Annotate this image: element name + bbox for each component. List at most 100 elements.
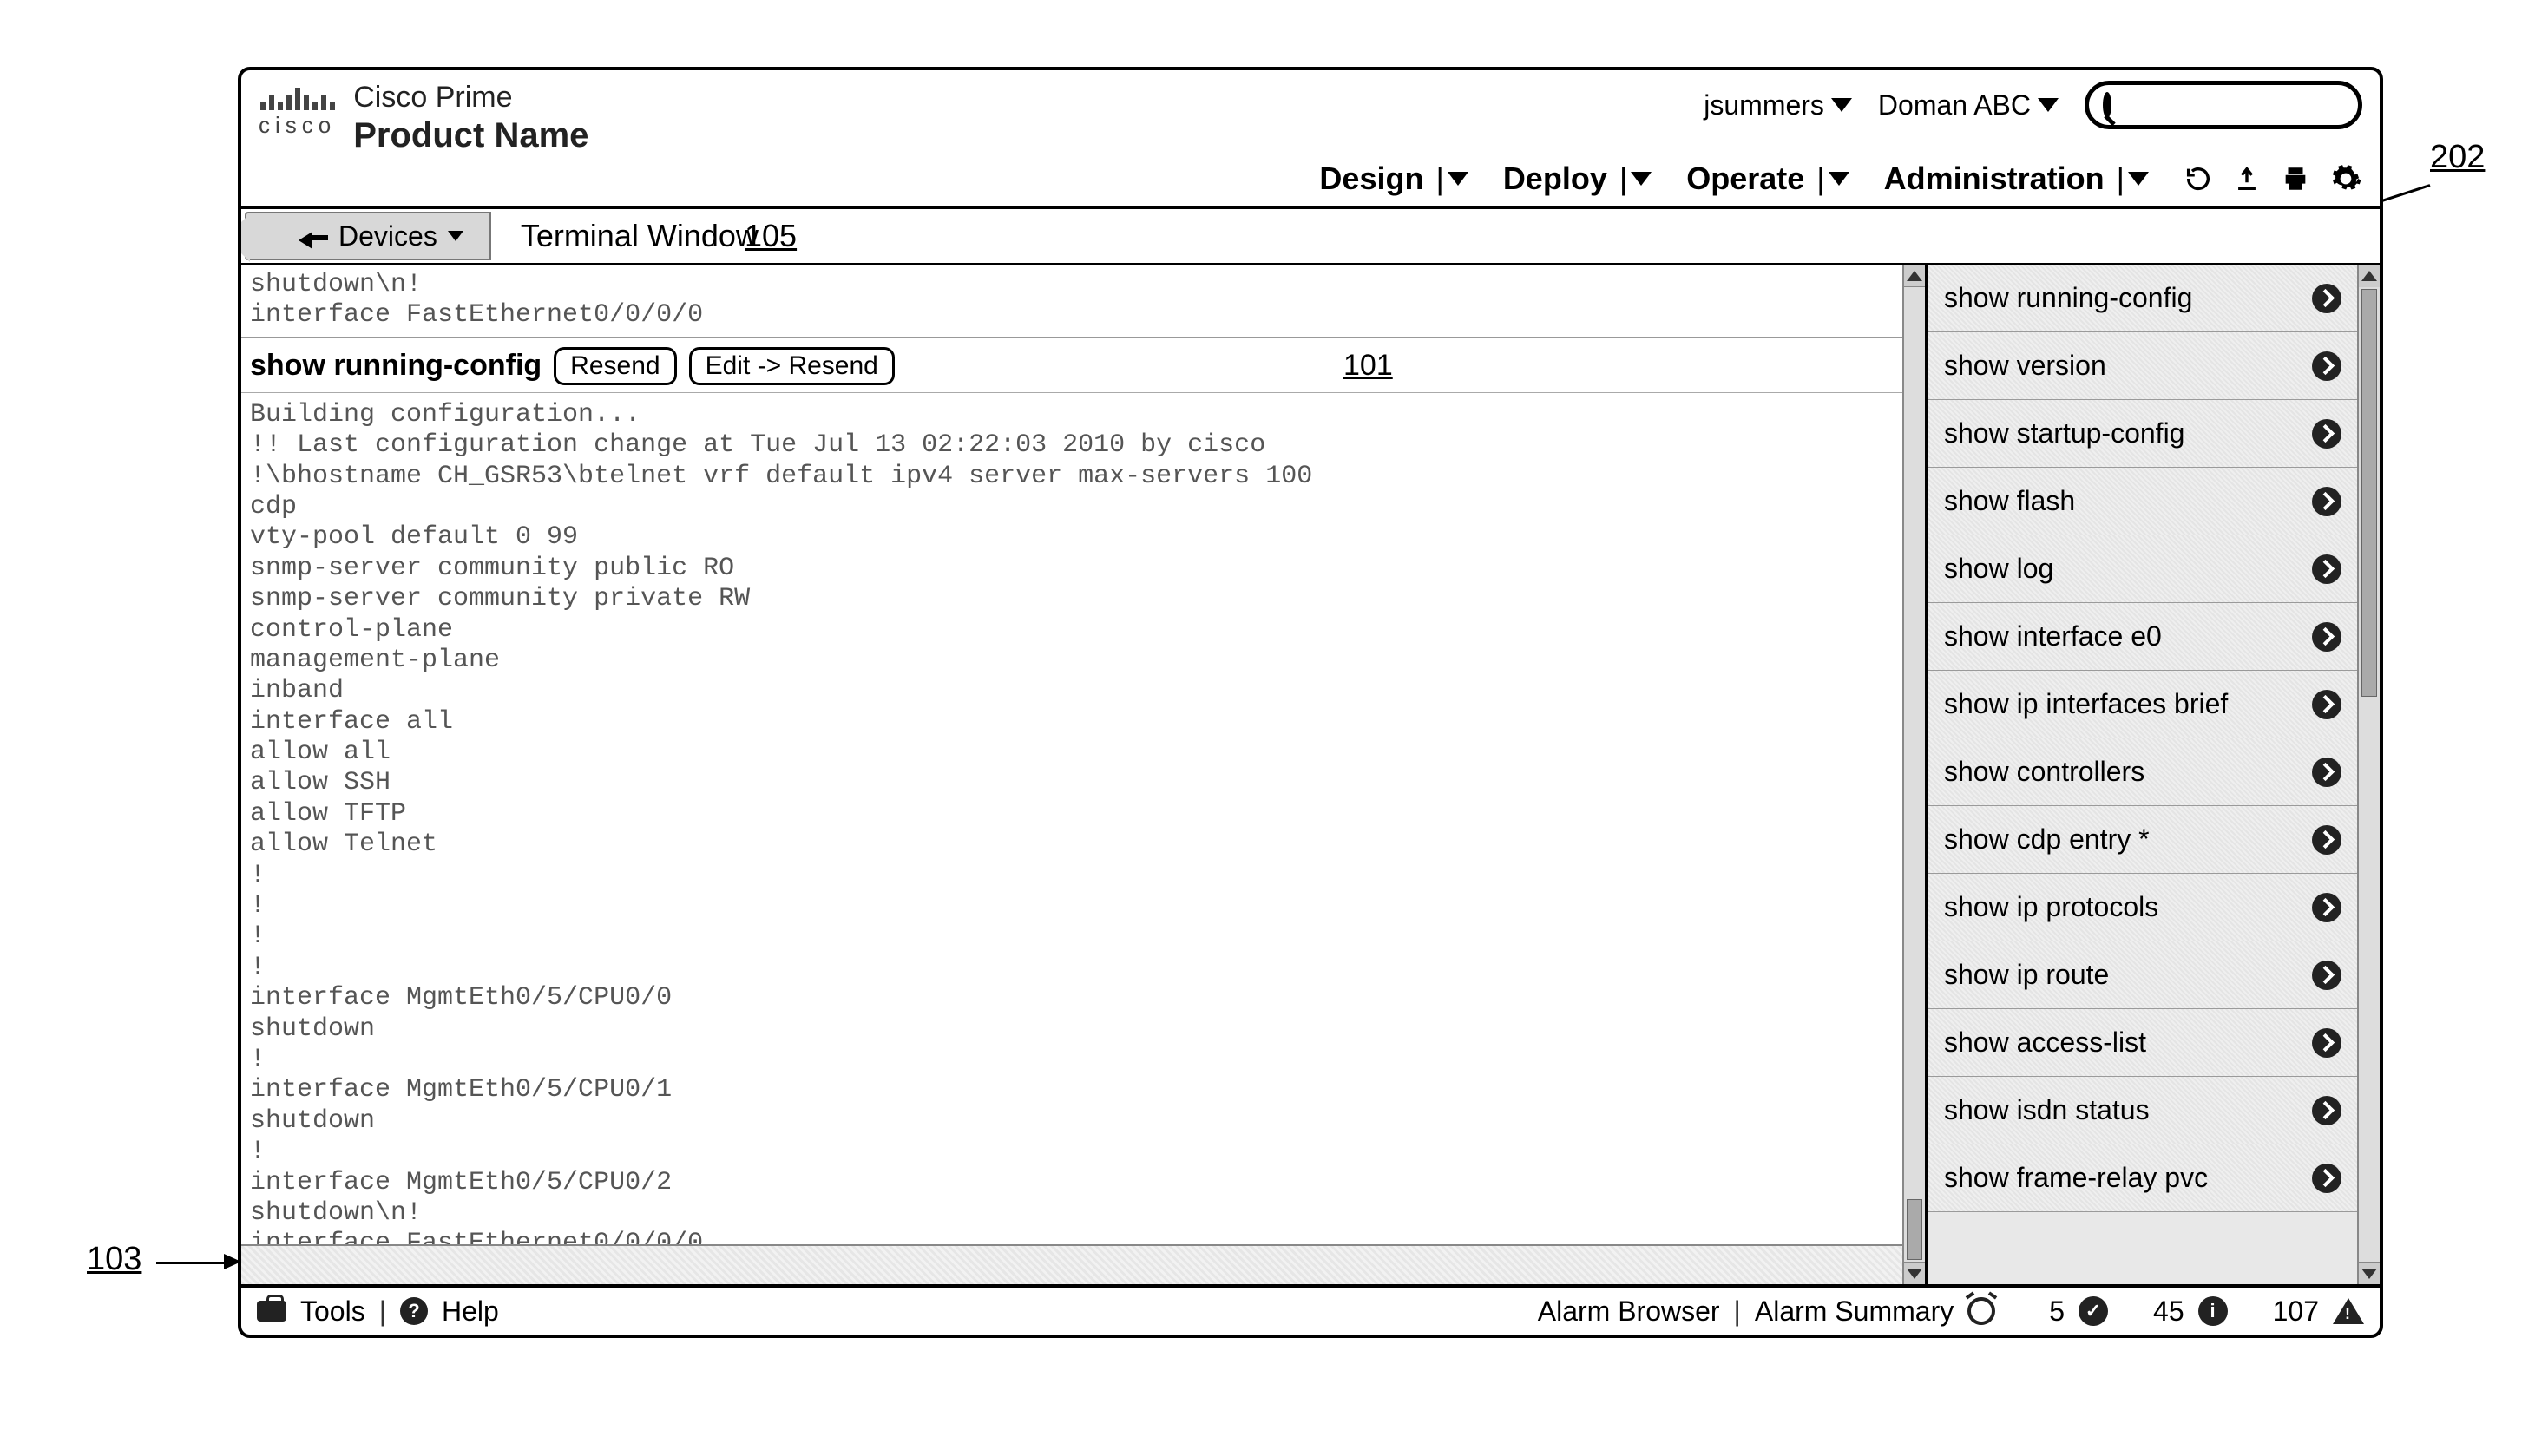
chevron-down-icon (2128, 172, 2149, 186)
run-command-icon[interactable] (2312, 351, 2341, 381)
quick-command-item[interactable]: show frame-relay pvc (1928, 1144, 2357, 1212)
back-devices-chip[interactable]: Devices (245, 212, 491, 260)
chevron-down-icon (448, 231, 463, 241)
scroll-up-icon[interactable] (1904, 265, 1925, 287)
user-name: jsummers (1704, 89, 1824, 121)
scroll-down-icon[interactable] (2359, 1262, 2380, 1284)
quick-command-item[interactable]: show cdp entry * (1928, 806, 2357, 874)
ref-101: 101 (1343, 349, 1393, 383)
help-icon: ? (400, 1297, 428, 1325)
quick-command-item[interactable]: show ip route (1928, 941, 2357, 1009)
scroll-thumb[interactable] (1907, 1199, 1922, 1260)
chevron-down-icon (1831, 98, 1852, 112)
logo-text: Cisco Prime Product Name (353, 81, 588, 155)
run-command-icon[interactable] (2312, 554, 2341, 584)
cisco-logo: cisco (259, 81, 336, 139)
quick-command-item[interactable]: show access-list (1928, 1009, 2357, 1077)
callout-line (156, 1262, 226, 1264)
chip-label: Devices (338, 220, 437, 253)
logo-block: cisco Cisco Prime Product Name (259, 81, 588, 155)
check-icon: ✓ (2079, 1296, 2108, 1326)
quick-command-item[interactable]: show ip protocols (1928, 874, 2357, 941)
breadcrumb-row: Devices Terminal Window 105 (241, 209, 2380, 265)
body: shutdown\n! interface FastEthernet0/0/0/… (241, 265, 2380, 1284)
current-command: show running-config (250, 349, 542, 383)
ref-105: 105 (745, 218, 797, 254)
domain-name: Doman ABC (1878, 89, 2031, 121)
run-command-icon[interactable] (2312, 961, 2341, 990)
quick-command-item[interactable]: show isdn status (1928, 1077, 2357, 1144)
chevron-down-icon (1829, 172, 1849, 186)
brand-bottom: Product Name (353, 116, 588, 155)
menu-administration[interactable]: Administration | (1884, 161, 2149, 197)
quick-command-label: show isdn status (1944, 1094, 2150, 1126)
run-command-icon[interactable] (2312, 1164, 2341, 1193)
footer-tools[interactable]: Tools (300, 1295, 365, 1328)
page-title: Terminal Window (521, 218, 759, 254)
footer-help[interactable]: Help (442, 1295, 499, 1328)
panel-scrollbar[interactable] (2357, 265, 2380, 1284)
chevron-down-icon (2038, 98, 2059, 112)
run-command-icon[interactable] (2312, 284, 2341, 313)
run-command-icon[interactable] (2312, 487, 2341, 516)
terminal-scrollbar[interactable] (1902, 265, 1925, 1284)
run-command-icon[interactable] (2312, 419, 2341, 449)
menu-operate[interactable]: Operate | (1686, 161, 1849, 197)
scroll-up-icon[interactable] (2359, 265, 2380, 287)
terminal-output: Building configuration... !! Last config… (241, 393, 1925, 1244)
run-command-icon[interactable] (2312, 758, 2341, 787)
toolbar (2184, 162, 2362, 195)
scroll-thumb[interactable] (2361, 289, 2377, 697)
run-command-icon[interactable] (2312, 622, 2341, 652)
quick-command-label: show startup-config (1944, 417, 2184, 449)
menu-design[interactable]: Design | (1319, 161, 1468, 197)
quick-command-item[interactable]: show ip interfaces brief (1928, 671, 2357, 738)
quick-command-label: show ip protocols (1944, 891, 2158, 923)
quick-command-item[interactable]: show flash (1928, 468, 2357, 535)
quick-command-label: show cdp entry * (1944, 823, 2150, 856)
run-command-icon[interactable] (2312, 825, 2341, 855)
resend-button[interactable]: Resend (554, 347, 676, 385)
user-row: jsummers Doman ABC (1704, 81, 2362, 129)
export-icon[interactable] (2232, 164, 2262, 193)
alarm-summary-link[interactable]: Alarm Summary (1755, 1295, 1954, 1328)
cisco-word: cisco (259, 112, 336, 139)
domain-dropdown[interactable]: Doman ABC (1878, 89, 2059, 121)
quick-command-item[interactable]: show controllers (1928, 738, 2357, 806)
main-menu: Design | Deploy | Operate | Administrati… (1319, 161, 2149, 197)
app-window: cisco Cisco Prime Product Name jsummers … (238, 67, 2383, 1338)
callout-103: 103 (87, 1241, 141, 1278)
run-command-icon[interactable] (2312, 690, 2341, 719)
quick-command-label: show controllers (1944, 756, 2144, 788)
brand-top: Cisco Prime (353, 81, 588, 115)
terminal-input-strip[interactable] (241, 1244, 1925, 1284)
menu-deploy[interactable]: Deploy | (1503, 161, 1652, 197)
run-command-icon[interactable] (2312, 1096, 2341, 1125)
terminal-prev-output: shutdown\n! interface FastEthernet0/0/0/… (241, 265, 1925, 338)
quick-command-label: show running-config (1944, 282, 2192, 314)
run-command-icon[interactable] (2312, 1028, 2341, 1058)
quick-command-item[interactable]: show interface e0 (1928, 603, 2357, 671)
search-input[interactable] (2120, 92, 2383, 119)
quick-command-item[interactable]: show running-config (1928, 265, 2357, 332)
quick-command-item[interactable]: show version (1928, 332, 2357, 400)
back-arrow-icon (299, 228, 328, 244)
settings-icon[interactable] (2329, 162, 2362, 195)
header: cisco Cisco Prime Product Name jsummers … (241, 70, 2380, 209)
print-icon[interactable] (2281, 164, 2310, 193)
alarm-browser-link[interactable]: Alarm Browser (1538, 1295, 1720, 1328)
main-menu-row: Design | Deploy | Operate | Administrati… (241, 161, 2380, 197)
quick-command-label: show interface e0 (1944, 620, 2162, 653)
user-dropdown[interactable]: jsummers (1704, 89, 1852, 121)
alarm-count-ok: 5 (2049, 1295, 2065, 1328)
scroll-down-icon[interactable] (1904, 1262, 1925, 1284)
quick-command-item[interactable]: show log (1928, 535, 2357, 603)
refresh-icon[interactable] (2184, 164, 2213, 193)
search-field[interactable] (2085, 81, 2362, 129)
quick-command-label: show access-list (1944, 1026, 2146, 1059)
quick-command-label: show version (1944, 350, 2106, 382)
run-command-icon[interactable] (2312, 893, 2341, 922)
edit-resend-button[interactable]: Edit -> Resend (689, 347, 895, 385)
quick-command-item[interactable]: show startup-config (1928, 400, 2357, 468)
separator: | (1734, 1295, 1741, 1328)
